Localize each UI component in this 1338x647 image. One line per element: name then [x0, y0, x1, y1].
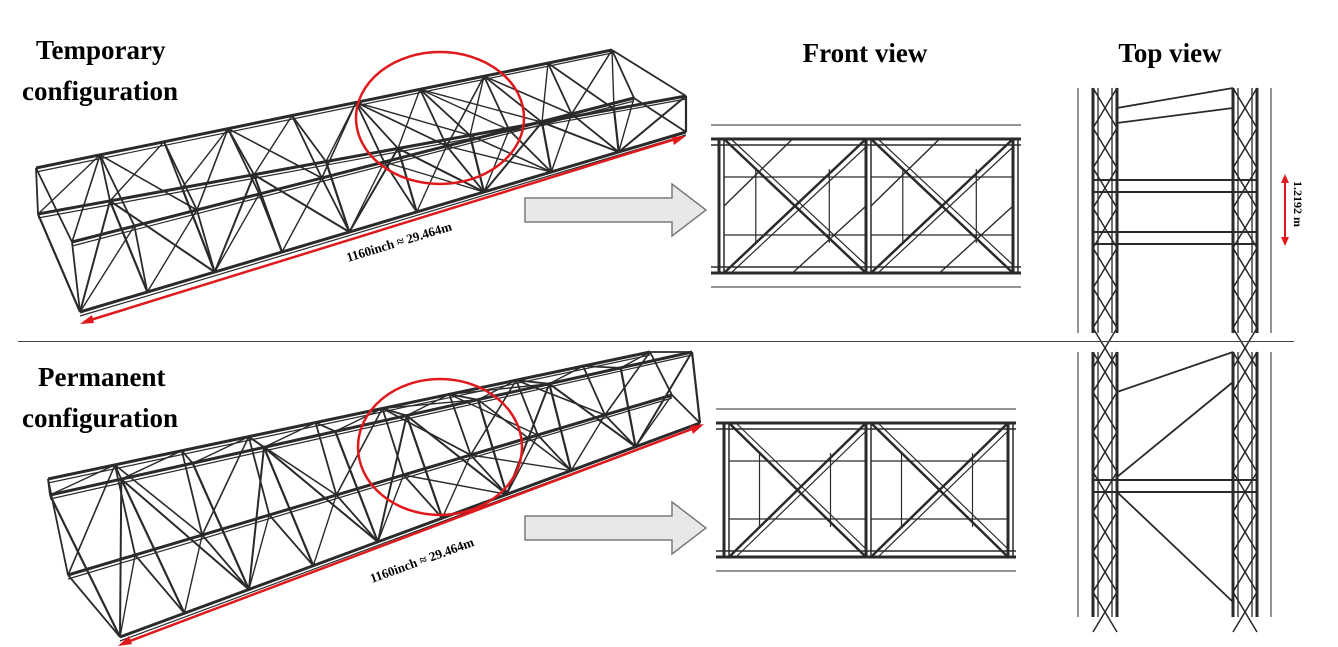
truss-members: [47, 350, 702, 642]
length-label: 1160inch ≈ 29.464m: [368, 534, 476, 586]
top-diagonal: [541, 63, 549, 123]
width-arrow-head-top: [1281, 174, 1289, 183]
width-arrow-head-bottom: [1281, 237, 1289, 246]
bottom-strut: [571, 113, 620, 153]
vertical-post: [35, 167, 73, 243]
diagonal: [79, 200, 111, 313]
diagonal: [483, 75, 572, 115]
bottom-strut: [258, 193, 283, 253]
bottom-strut: [671, 394, 701, 424]
top-strut: [99, 154, 111, 202]
top-strut: [483, 75, 543, 123]
vertical-post: [180, 187, 216, 273]
temporary-arrow: [524, 182, 708, 238]
diagonal: [213, 174, 255, 273]
plan-diagonal: [1116, 491, 1234, 603]
vertical-post: [483, 75, 510, 131]
top-diagonal: [449, 383, 550, 395]
temporary-truss-3d: 1160inch ≈ 29.464m: [35, 48, 688, 324]
vertical-post: [690, 351, 702, 424]
bottom-strut: [335, 494, 379, 543]
vertical-post: [262, 446, 315, 567]
bottom-strut: [201, 534, 250, 590]
front-view-title: Front view: [802, 38, 928, 68]
plan-diagonal: [1116, 107, 1234, 124]
highlight-circle: [354, 50, 526, 186]
length-arrow-head-left: [80, 315, 94, 324]
diagonal: [406, 414, 508, 495]
vertical-post: [120, 478, 186, 614]
permanent-arrow: [524, 500, 708, 556]
bottom-diagonal: [446, 145, 552, 173]
bottom-diagonal: [312, 494, 338, 566]
bottom-strut: [133, 225, 149, 293]
length-arrow-head-right: [672, 136, 686, 145]
top-view-title: Top view: [1118, 38, 1222, 68]
top-strut: [47, 478, 51, 496]
plan-diagonal: [1116, 87, 1234, 109]
diagonal: [99, 154, 198, 211]
permanent-front-view: [716, 408, 1016, 572]
vertical-post: [612, 108, 620, 153]
bottom-diagonal: [119, 554, 136, 638]
top-strut: [163, 141, 183, 189]
diagonal: [119, 479, 123, 638]
width-dimension-label: 1.2192 m: [1291, 181, 1305, 227]
permanent-top-view: [1077, 351, 1272, 633]
chord: [47, 350, 651, 481]
row-divider: [18, 341, 1294, 342]
temporary-front-view: [711, 124, 1021, 288]
diagonal: [201, 436, 250, 536]
bottom-strut: [134, 554, 186, 614]
vertical-post: [419, 88, 448, 147]
diagonal: [196, 128, 229, 211]
plan-diagonal: [1116, 351, 1234, 393]
vertical-post: [191, 462, 250, 590]
chord-edge: [35, 52, 613, 173]
permanent-truss-3d: 1160inch ≈ 29.464m: [47, 350, 704, 646]
chord-edge: [47, 354, 651, 484]
diagonal: [120, 478, 250, 591]
diagonal: [67, 464, 116, 576]
diagonal: [541, 121, 620, 153]
top-diagonal: [611, 49, 615, 110]
bottom-diagonal: [183, 534, 203, 614]
diagonal: [618, 95, 687, 153]
top-strut: [291, 115, 327, 163]
chord-edge: [49, 354, 693, 500]
top-diagonal: [397, 89, 421, 149]
bottom-strut: [268, 514, 314, 567]
top-strut: [35, 167, 39, 215]
chord: [49, 350, 693, 497]
temporary-top-view: 1.2192 m: [1077, 87, 1305, 369]
plan-diagonal: [1116, 381, 1234, 478]
